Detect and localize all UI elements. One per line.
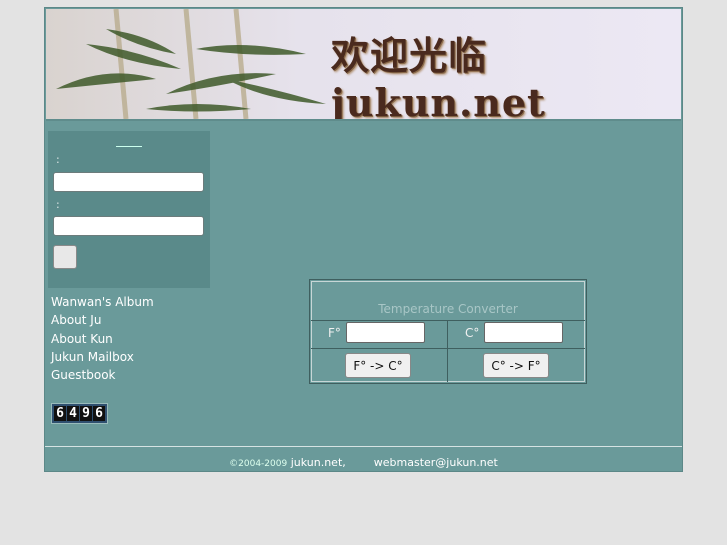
converter-divider bbox=[311, 320, 585, 321]
nav-link-wanwans-album[interactable]: Wanwan's Album bbox=[51, 293, 154, 311]
converter-divider bbox=[311, 348, 585, 349]
site-banner: 欢迎光临 jukun.net bbox=[46, 9, 681, 121]
login-box: : : bbox=[48, 131, 210, 288]
banner-title: 欢迎光临 jukun.net bbox=[331, 33, 546, 121]
counter-digit: 6 bbox=[54, 406, 66, 421]
fahrenheit-input[interactable] bbox=[346, 322, 425, 343]
counter-digit: 6 bbox=[93, 406, 105, 421]
footer-separator: , bbox=[342, 456, 346, 469]
converter-divider bbox=[447, 320, 448, 382]
converter-title: Temperature Converter bbox=[378, 302, 518, 316]
footer-divider bbox=[45, 446, 682, 447]
bamboo-leaf-illustration bbox=[56, 9, 326, 119]
visitor-counter: 6 4 9 6 bbox=[51, 403, 108, 424]
page-container: 欢迎光临 jukun.net : : Wanwan's Album About … bbox=[44, 7, 683, 472]
username-label: : bbox=[56, 153, 60, 166]
celsius-label: C° bbox=[465, 326, 480, 340]
password-input[interactable] bbox=[53, 216, 204, 236]
c-to-f-button[interactable]: C° -> F° bbox=[483, 353, 549, 378]
footer-copyright: ©2004-2009 bbox=[229, 459, 288, 469]
footer-email-link[interactable]: webmaster@jukun.net bbox=[374, 456, 498, 469]
f-to-c-button[interactable]: F° -> C° bbox=[345, 353, 411, 378]
username-input[interactable] bbox=[53, 172, 204, 192]
login-title bbox=[116, 140, 142, 147]
password-label: : bbox=[56, 198, 60, 211]
footer: ©2004-2009 jukun.net, webmaster@jukun.net bbox=[45, 456, 682, 469]
nav-link-jukun-mailbox[interactable]: Jukun Mailbox bbox=[51, 348, 154, 366]
counter-digit: 9 bbox=[80, 406, 92, 421]
footer-site-link[interactable]: jukun.net bbox=[291, 456, 343, 469]
temperature-converter: Temperature Converter F° C° F° -> C° C° … bbox=[309, 279, 587, 384]
counter-digit: 4 bbox=[67, 406, 79, 421]
nav-link-about-kun[interactable]: About Kun bbox=[51, 330, 154, 348]
login-button[interactable] bbox=[53, 245, 77, 269]
fahrenheit-label: F° bbox=[328, 326, 341, 340]
celsius-input[interactable] bbox=[484, 322, 563, 343]
nav-link-about-ju[interactable]: About Ju bbox=[51, 311, 154, 329]
nav-links: Wanwan's Album About Ju About Kun Jukun … bbox=[51, 293, 154, 384]
nav-link-guestbook[interactable]: Guestbook bbox=[51, 366, 154, 384]
